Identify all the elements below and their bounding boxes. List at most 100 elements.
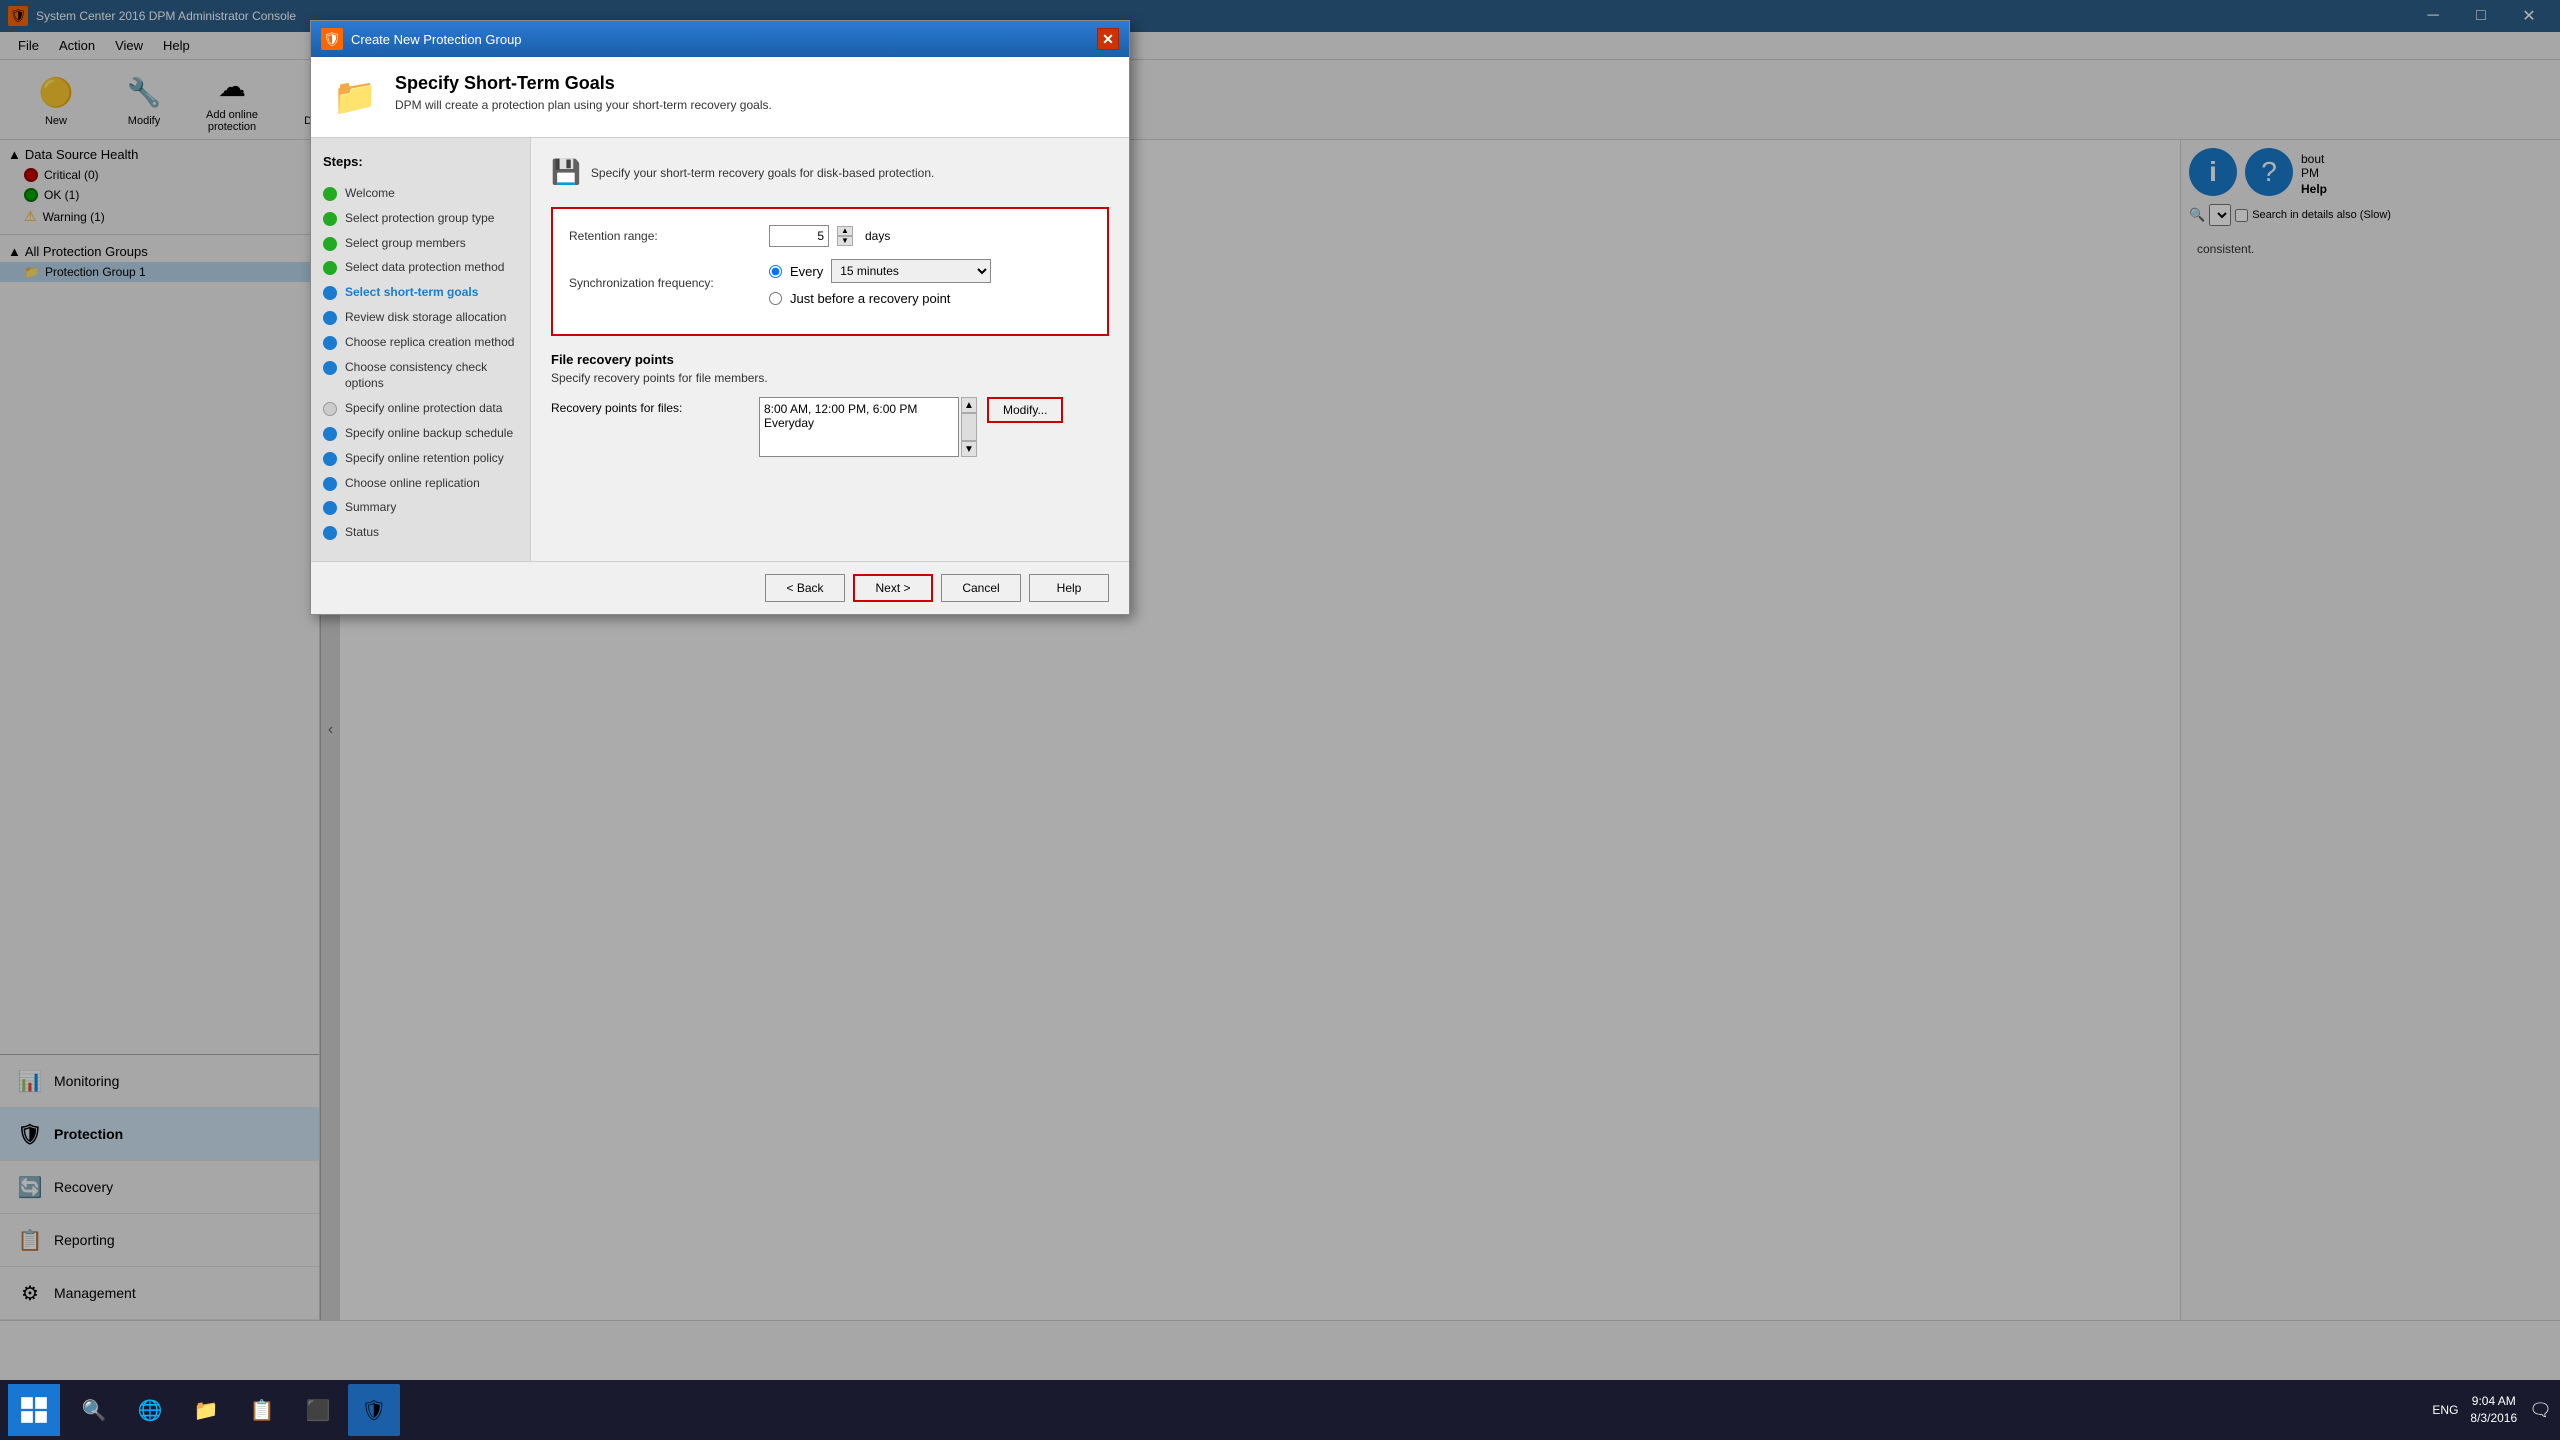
- start-button[interactable]: [8, 1384, 60, 1436]
- sync-freq-label: Synchronization frequency:: [569, 276, 769, 290]
- step-label-short-term: Select short-term goals: [345, 284, 478, 301]
- step-label-protection-type: Select protection group type: [345, 210, 494, 227]
- file-recovery-row: Recovery points for files: 8:00 AM, 12:0…: [551, 397, 1109, 457]
- step-dot-welcome: [323, 187, 337, 201]
- list-scroll-down[interactable]: ▼: [961, 441, 977, 457]
- recovery-list-container: 8:00 AM, 12:00 PM, 6:00 PM Everyday ▲ ▼: [759, 397, 959, 457]
- sync-freq-control: Every 15 minutes 30 minutes 1 hour 2 hou…: [769, 259, 991, 306]
- taskbar-search-icon[interactable]: 🔍: [68, 1384, 120, 1436]
- recovery-points-label: Recovery points for files:: [551, 397, 751, 415]
- dialog-header-text: Specify Short-Term Goals DPM will create…: [395, 73, 772, 112]
- dialog-titlebar: 🛡 Create New Protection Group ✕: [311, 21, 1129, 57]
- dialog-header: 📁 Specify Short-Term Goals DPM will crea…: [311, 57, 1129, 138]
- step-data-protection-method[interactable]: Select data protection method: [323, 255, 518, 280]
- dialog-body: Steps: Welcome Select protection group t…: [311, 138, 1129, 561]
- sync-before-radio[interactable]: [769, 292, 782, 305]
- dialog-header-desc: DPM will create a protection plan using …: [395, 98, 772, 112]
- retention-down-button[interactable]: ▼: [837, 236, 853, 246]
- dialog-overlay: 🛡 Create New Protection Group ✕ 📁 Specif…: [0, 0, 2560, 1440]
- taskbar-folder-icon[interactable]: 📁: [180, 1384, 232, 1436]
- step-label-replica: Choose replica creation method: [345, 334, 514, 351]
- step-label-online-replication: Choose online replication: [345, 475, 480, 492]
- create-protection-group-dialog: 🛡 Create New Protection Group ✕ 📁 Specif…: [310, 20, 1130, 615]
- step-dot-online-protection: [323, 402, 337, 416]
- taskbar: 🔍 🌐 📁 📋 ⬛ 🛡 ENG 9:04 AM 8/3/2016 🗨: [0, 1380, 2560, 1440]
- sync-every-label[interactable]: Every: [790, 264, 823, 279]
- sync-radio-group: Every 15 minutes 30 minutes 1 hour 2 hou…: [769, 259, 991, 306]
- steps-title: Steps:: [323, 154, 518, 169]
- step-status[interactable]: Status: [323, 520, 518, 545]
- step-label-data-protection: Select data protection method: [345, 259, 504, 276]
- taskbar-system-tray: ENG 9:04 AM 8/3/2016 🗨: [2432, 1393, 2552, 1427]
- file-recovery-title: File recovery points: [551, 352, 1109, 367]
- step-online-retention-policy[interactable]: Specify online retention policy: [323, 446, 518, 471]
- dialog-title-icon: 🛡: [321, 28, 343, 50]
- sync-every-row: Every 15 minutes 30 minutes 1 hour 2 hou…: [769, 259, 991, 283]
- list-scroll-track: [961, 413, 977, 441]
- step-label-online-protection: Specify online protection data: [345, 400, 502, 417]
- retention-up-button[interactable]: ▲: [837, 226, 853, 236]
- list-scroll-up[interactable]: ▲: [961, 397, 977, 413]
- sync-before-row: Just before a recovery point: [769, 291, 991, 306]
- step-consistency-check[interactable]: Choose consistency check options: [323, 355, 518, 397]
- retention-range-label: Retention range:: [569, 229, 769, 243]
- back-button[interactable]: < Back: [765, 574, 845, 602]
- list-scrollbar: ▲ ▼: [961, 397, 977, 457]
- sync-every-radio[interactable]: [769, 265, 782, 278]
- date-display: 8/3/2016: [2470, 1410, 2517, 1427]
- step-disk-storage[interactable]: Review disk storage allocation: [323, 305, 518, 330]
- dialog-header-icon: 📁: [331, 73, 379, 121]
- dialog-close-button[interactable]: ✕: [1097, 28, 1119, 50]
- step-label-status: Status: [345, 524, 379, 541]
- step-dot-group-members: [323, 237, 337, 251]
- step-dot-status: [323, 526, 337, 540]
- retention-range-input[interactable]: [769, 225, 829, 247]
- recovery-schedule-text: 8:00 AM, 12:00 PM, 6:00 PM: [764, 402, 954, 416]
- retention-range-control: ▲ ▼ days: [769, 225, 890, 247]
- step-group-members[interactable]: Select group members: [323, 231, 518, 256]
- step-replica-creation[interactable]: Choose replica creation method: [323, 330, 518, 355]
- dialog-footer: < Back Next > Cancel Help: [311, 561, 1129, 614]
- step-label-welcome: Welcome: [345, 185, 395, 202]
- sync-before-label[interactable]: Just before a recovery point: [790, 291, 950, 306]
- recovery-points-control: 8:00 AM, 12:00 PM, 6:00 PM Everyday ▲ ▼ …: [759, 397, 1063, 457]
- windows-logo-icon: [20, 1396, 48, 1424]
- step-online-replication[interactable]: Choose online replication: [323, 471, 518, 496]
- step-protection-type[interactable]: Select protection group type: [323, 206, 518, 231]
- step-welcome[interactable]: Welcome: [323, 181, 518, 206]
- step-dot-online-backup: [323, 427, 337, 441]
- content-description: 💾 Specify your short-term recovery goals…: [551, 158, 1109, 187]
- sync-freq-row: Synchronization frequency: Every 15 minu…: [569, 259, 1091, 306]
- step-dot-online-replication: [323, 477, 337, 491]
- step-dot-replica: [323, 336, 337, 350]
- taskbar-notes-icon[interactable]: 📋: [236, 1384, 288, 1436]
- step-online-protection-data[interactable]: Specify online protection data: [323, 396, 518, 421]
- dialog-header-title: Specify Short-Term Goals: [395, 73, 772, 94]
- step-online-backup-schedule[interactable]: Specify online backup schedule: [323, 421, 518, 446]
- disk-icon: 💾: [551, 158, 581, 187]
- dialog-title: Create New Protection Group: [351, 32, 1097, 47]
- modify-button[interactable]: Modify...: [987, 397, 1063, 423]
- step-short-term-goals[interactable]: Select short-term goals: [323, 280, 518, 305]
- step-label-disk-storage: Review disk storage allocation: [345, 309, 506, 326]
- sync-frequency-select[interactable]: 15 minutes 30 minutes 1 hour 2 hours 4 h…: [831, 259, 991, 283]
- step-dot-data-protection: [323, 261, 337, 275]
- file-recovery-desc: Specify recovery points for file members…: [551, 371, 1109, 385]
- recovery-points-list: 8:00 AM, 12:00 PM, 6:00 PM Everyday: [759, 397, 959, 457]
- step-label-consistency: Choose consistency check options: [345, 359, 518, 393]
- next-button[interactable]: Next >: [853, 574, 933, 602]
- cancel-button[interactable]: Cancel: [941, 574, 1021, 602]
- taskbar-dpm-icon[interactable]: 🛡: [348, 1384, 400, 1436]
- retention-unit: days: [865, 229, 890, 243]
- help-button[interactable]: Help: [1029, 574, 1109, 602]
- notification-icon[interactable]: 🗨: [2529, 1400, 2552, 1421]
- taskbar-icons: 🔍 🌐 📁 📋 ⬛ 🛡: [68, 1384, 400, 1436]
- step-dot-protection-type: [323, 212, 337, 226]
- step-summary[interactable]: Summary: [323, 495, 518, 520]
- dialog-content-panel: 💾 Specify your short-term recovery goals…: [531, 138, 1129, 561]
- taskbar-time: 9:04 AM 8/3/2016: [2470, 1393, 2517, 1427]
- step-label-summary: Summary: [345, 499, 396, 516]
- taskbar-ie-icon[interactable]: 🌐: [124, 1384, 176, 1436]
- step-label-online-backup: Specify online backup schedule: [345, 425, 513, 442]
- taskbar-terminal-icon[interactable]: ⬛: [292, 1384, 344, 1436]
